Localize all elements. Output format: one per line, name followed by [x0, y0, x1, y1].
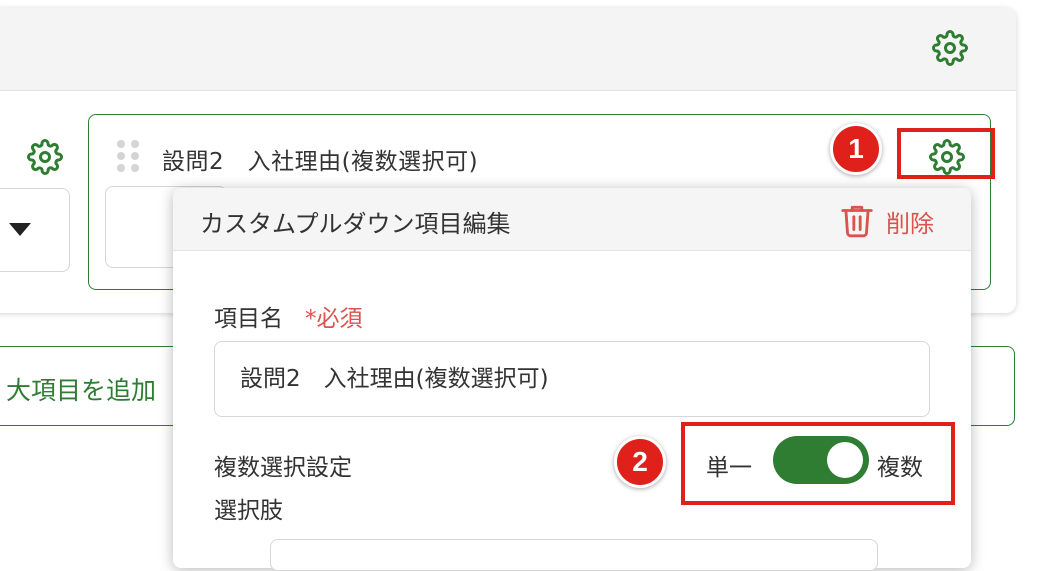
question-settings-gear-icon[interactable] — [929, 139, 965, 175]
question-title: 設問2 入社理由(複数選択可) — [162, 149, 479, 175]
multi-select-setting-label: 複数選択設定 — [214, 455, 352, 481]
drag-handle-icon[interactable] — [117, 140, 141, 172]
left-question-gear-icon[interactable] — [27, 139, 63, 175]
popup-title: カスタムプルダウン項目編集 — [200, 210, 511, 238]
item-name-label: 項目名 — [214, 306, 283, 332]
toggle-multiple-label: 複数 — [877, 455, 923, 481]
annotation-badge-1: 1 — [830, 123, 882, 175]
item-name-input[interactable] — [214, 341, 930, 417]
choice-input[interactable] — [270, 539, 878, 571]
section-settings-gear-icon[interactable] — [932, 30, 968, 66]
trash-icon[interactable] — [838, 200, 876, 240]
section-card-header — [0, 8, 1016, 91]
required-label: *必須 — [305, 306, 363, 332]
delete-button[interactable]: 削除 — [886, 204, 934, 239]
annotation-badge-2: 2 — [614, 436, 666, 488]
add-major-item-label: 大項目を追加 — [6, 376, 157, 405]
choices-label: 選択肢 — [214, 498, 283, 524]
caret-down-icon — [9, 223, 31, 236]
toggle-single-label: 単一 — [706, 455, 752, 481]
toggle-knob — [827, 442, 863, 478]
multi-select-toggle[interactable] — [773, 436, 869, 484]
